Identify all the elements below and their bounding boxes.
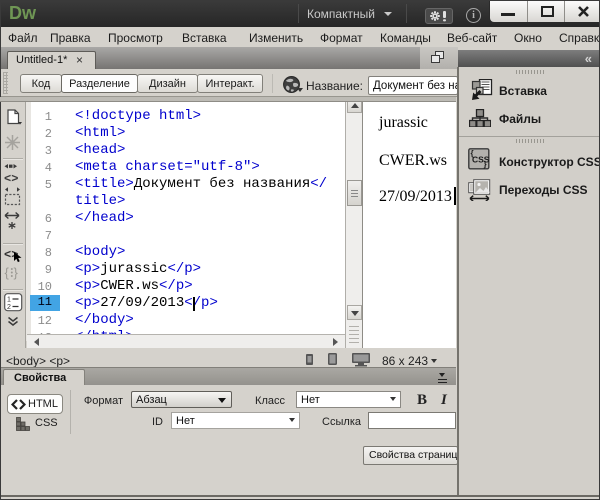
svg-text:CSS: CSS [472,155,490,165]
svg-text:}: } [14,265,19,280]
svg-text:{: { [471,149,474,158]
svg-text:<>: <> [4,172,18,184]
svg-text:2: 2 [7,304,11,311]
svg-text:{: { [5,265,10,280]
svg-text:}: } [484,160,487,169]
svg-text:1: 1 [7,297,11,304]
